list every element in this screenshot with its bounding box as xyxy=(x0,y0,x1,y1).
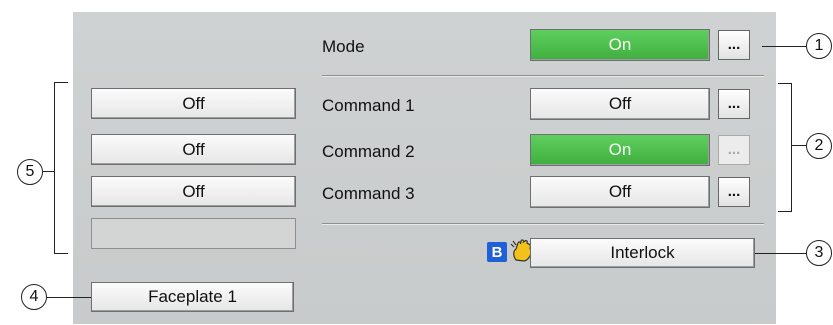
faceplate-button[interactable]: Faceplate 1 xyxy=(91,282,294,312)
callout-2-bracket-vertical xyxy=(791,83,792,212)
separator-top xyxy=(322,75,764,76)
callout-4-leader xyxy=(47,297,91,298)
callout-1-leader xyxy=(762,46,806,47)
command-1-label: Command 1 xyxy=(322,96,415,115)
separator-bottom xyxy=(322,223,764,224)
mode-button[interactable]: On xyxy=(530,29,710,61)
left-button-3[interactable]: Off xyxy=(91,176,296,207)
command-1-button[interactable]: Off xyxy=(530,88,710,120)
command-2-more-button[interactable]: ... xyxy=(718,135,750,165)
callout-5-bracket-vertical xyxy=(54,82,55,254)
callout-2-bracket-bottom xyxy=(778,211,792,212)
callout-2-leader xyxy=(791,145,806,146)
callout-3-leader xyxy=(755,253,806,254)
callout-2: 2 xyxy=(806,133,832,159)
command-2-label: Command 2 xyxy=(322,142,415,161)
callout-3: 3 xyxy=(806,240,832,266)
callout-5: 5 xyxy=(17,159,43,185)
callout-5-bracket-top xyxy=(54,82,68,83)
command-3-more-button[interactable]: ... xyxy=(718,177,750,207)
command-2-button[interactable]: On xyxy=(530,134,710,166)
callout-5-bracket-bottom xyxy=(54,253,68,254)
interlock-button[interactable]: Interlock xyxy=(530,238,755,268)
left-button-1[interactable]: Off xyxy=(91,88,296,119)
mode-label: Mode xyxy=(322,37,365,56)
command-3-button[interactable]: Off xyxy=(530,176,710,208)
mode-more-button[interactable]: ... xyxy=(718,30,750,60)
left-button-2[interactable]: Off xyxy=(91,134,296,165)
callout-1: 1 xyxy=(806,33,832,59)
b-icon: B xyxy=(487,242,507,262)
command-1-more-button[interactable]: ... xyxy=(718,89,750,119)
left-button-4[interactable] xyxy=(91,218,296,249)
callout-4: 4 xyxy=(21,284,47,310)
callout-2-bracket-top xyxy=(778,83,792,84)
command-3-label: Command 3 xyxy=(322,184,415,203)
